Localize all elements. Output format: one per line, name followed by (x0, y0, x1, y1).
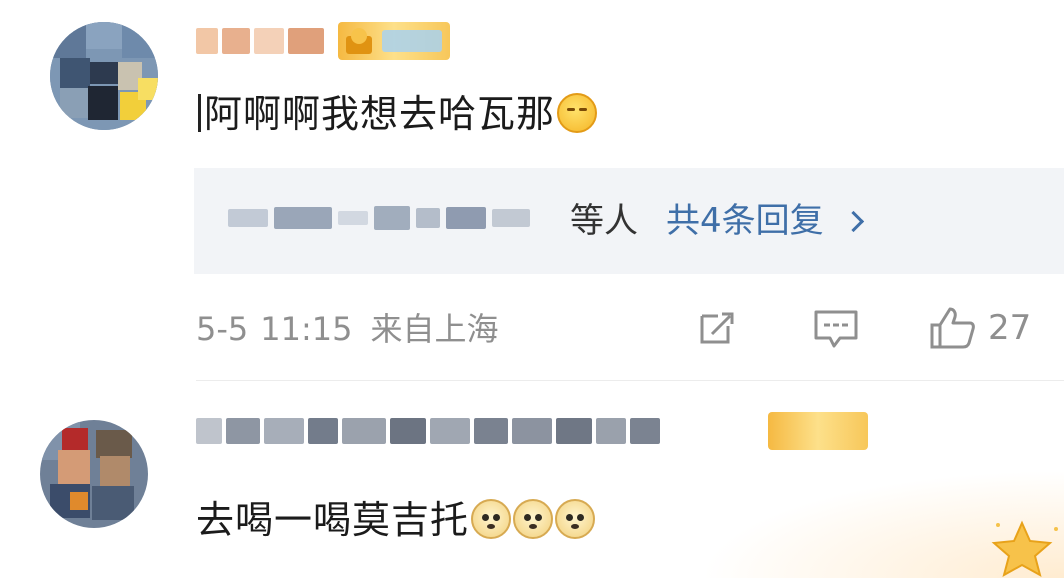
edit-button[interactable] (694, 306, 738, 350)
comment-icon (814, 310, 858, 348)
vip-star-icon (346, 28, 372, 54)
avatar[interactable] (50, 22, 158, 130)
chevron-right-icon (842, 210, 864, 232)
replies-suffix: 等人 (570, 201, 638, 241)
comment-meta: 5-5 11:15 来自上海 (196, 308, 499, 350)
comment-time: 11:15 (260, 310, 353, 348)
vip-star-icon (991, 520, 1058, 578)
yawn-face-icon (557, 93, 598, 133)
comment-item: 阿啊啊我想去哈瓦那 等人 共4条回复 5-5 11:15 来自上海 27 (0, 0, 1064, 380)
avatar-image (50, 22, 158, 130)
username[interactable] (196, 22, 324, 60)
comment-text: 阿啊啊我想去哈瓦那 (198, 92, 598, 136)
avatar-image (40, 420, 148, 528)
avatar[interactable] (40, 420, 148, 528)
view-replies-label: 共4条回复 (666, 201, 824, 241)
replies-users-blurred (228, 206, 530, 230)
comment-text: 去喝一喝莫吉托 (196, 498, 596, 542)
vip-badge[interactable] (338, 22, 450, 60)
username-blurred (196, 22, 324, 60)
view-replies-link[interactable]: 共4条回复 (666, 200, 864, 242)
comment-location: 来自上海 (370, 310, 499, 348)
doge-icon (555, 499, 596, 539)
username[interactable] (196, 412, 660, 450)
text-cursor (198, 94, 201, 132)
vip-badge[interactable] (768, 412, 868, 450)
comment-date: 5-5 (196, 310, 249, 348)
replies-preview[interactable]: 等人 共4条回复 (194, 168, 1064, 274)
doge-icon (513, 499, 554, 539)
comment-button[interactable] (812, 306, 860, 350)
like-button[interactable]: 27 (928, 306, 1031, 350)
comment-divider (196, 380, 1064, 381)
edit-icon (700, 312, 734, 344)
doge-icon (471, 499, 512, 539)
thumbs-up-icon (930, 307, 975, 349)
like-count: 27 (988, 308, 1032, 348)
username-blurred (196, 412, 660, 450)
